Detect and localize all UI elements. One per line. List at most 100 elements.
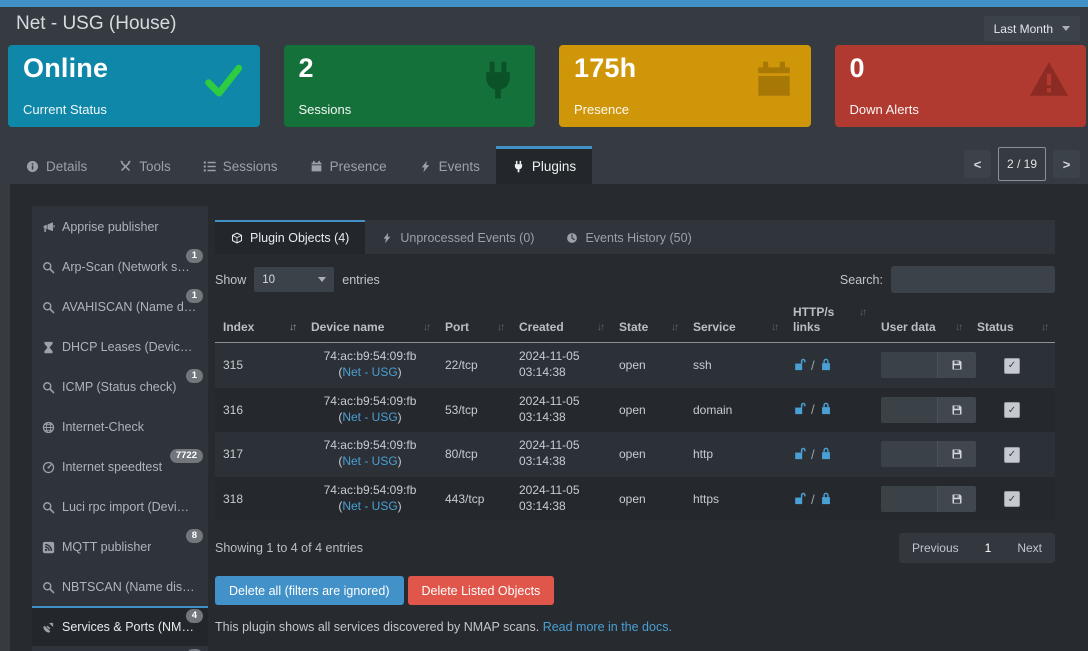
floppy-icon: [951, 359, 963, 371]
entries-label: entries: [342, 273, 380, 287]
delete-listed-button[interactable]: Delete Listed Objects: [408, 576, 555, 605]
sidebar-item[interactable]: ICMP (Status check)1: [32, 366, 208, 406]
docs-link[interactable]: Read more in the docs.: [543, 620, 672, 634]
column-header-label: State: [619, 320, 648, 334]
chevron-down-icon: [1062, 26, 1070, 31]
cell-state: open: [611, 432, 685, 477]
gauge-icon: [42, 461, 55, 474]
tab-details[interactable]: Details: [10, 146, 103, 184]
device-link-line: (Net - USG): [311, 452, 429, 471]
plugin-tab[interactable]: Plugin Objects (4): [215, 220, 365, 254]
link-separator: /: [811, 447, 815, 462]
sidebar-item[interactable]: NBTSCAN (Name disc…: [32, 566, 208, 606]
column-header[interactable]: ↓↑State: [611, 299, 685, 343]
page-title: Net - USG (House): [16, 13, 176, 35]
sidebar-item[interactable]: Arp-Scan (Network s…1: [32, 246, 208, 286]
page-indicator: 2 / 19: [998, 147, 1046, 181]
plugin-tab[interactable]: Events History (50): [550, 220, 707, 254]
tab-plugins[interactable]: Plugins: [496, 146, 592, 184]
column-header[interactable]: ↓↑Device name: [303, 299, 437, 343]
created-date: 2024-11-05: [519, 438, 603, 452]
delete-all-button[interactable]: Delete all (filters are ignored): [215, 576, 404, 605]
cell-device-name: 74:ac:b9:54:09:fb(Net - USG): [303, 477, 437, 522]
previous-page-button[interactable]: Previous: [899, 533, 972, 563]
status-checkbox[interactable]: ✓: [1004, 491, 1020, 507]
cell-index: 316: [215, 388, 303, 433]
save-user-data-button[interactable]: [938, 441, 976, 467]
plug-icon: [512, 160, 525, 173]
cell-state: open: [611, 388, 685, 433]
http-link[interactable]: [793, 357, 807, 374]
tab-events[interactable]: Events: [403, 146, 496, 184]
next-page-button[interactable]: >: [1053, 150, 1080, 178]
entries-select[interactable]: 10: [254, 267, 334, 292]
sidebar-item[interactable]: NSLOOKUP (Name di…1: [32, 646, 208, 651]
user-data-input[interactable]: [881, 397, 938, 423]
column-header[interactable]: ↓↑Status: [969, 299, 1055, 343]
tab-label: Details: [46, 159, 87, 174]
plugin-tab[interactable]: Unprocessed Events (0): [365, 220, 550, 254]
tab-sessions[interactable]: Sessions: [187, 146, 294, 184]
status-checkbox[interactable]: ✓: [1004, 402, 1020, 418]
http-link[interactable]: [793, 401, 807, 418]
device-link[interactable]: Net - USG: [342, 365, 397, 379]
http-link[interactable]: [793, 446, 807, 463]
sort-icon: ↓↑: [497, 320, 503, 335]
device-link[interactable]: Net - USG: [342, 410, 397, 424]
link-separator: /: [811, 492, 815, 507]
save-user-data-button[interactable]: [938, 397, 976, 423]
sidebar-item[interactable]: Internet speedtest7722: [32, 446, 208, 486]
save-user-data-button[interactable]: [938, 486, 976, 512]
cell-http-links: /: [785, 388, 873, 433]
page-1-button[interactable]: 1: [972, 533, 1005, 563]
entries-summary: Showing 1 to 4 of 4 entries: [215, 541, 363, 555]
save-user-data-button[interactable]: [938, 352, 976, 378]
sidebar-item[interactable]: Internet-Check: [32, 406, 208, 446]
sidebar-item[interactable]: Luci rpc import (Devi…: [32, 486, 208, 526]
floppy-icon: [951, 448, 963, 460]
lock-closed-icon: [819, 446, 833, 460]
sidebar-item[interactable]: Apprise publisher: [32, 206, 208, 246]
link-separator: /: [811, 402, 815, 417]
sidebar-item-label: MQTT publisher: [62, 540, 151, 554]
column-header[interactable]: ↓↑Port: [437, 299, 511, 343]
https-link[interactable]: [819, 446, 833, 463]
megaphone-icon: [42, 221, 55, 234]
https-link[interactable]: [819, 491, 833, 508]
column-header[interactable]: ↓↑User data: [873, 299, 969, 343]
https-link[interactable]: [819, 357, 833, 374]
cell-http-links: /: [785, 343, 873, 388]
device-mac: 74:ac:b9:54:09:fb: [311, 394, 429, 408]
period-select[interactable]: Last Month: [984, 16, 1080, 41]
cell-created: 2024-11-0503:14:38: [511, 432, 611, 477]
user-data-input[interactable]: [881, 486, 938, 512]
plugin-description: This plugin shows all services discovere…: [215, 620, 1055, 634]
column-header[interactable]: ↓↑Created: [511, 299, 611, 343]
count-badge: 4: [186, 609, 203, 623]
column-header[interactable]: ↓↑HTTP/s links: [785, 299, 873, 343]
sidebar-item[interactable]: MQTT publisher8: [32, 526, 208, 566]
column-header-label: Index: [223, 320, 254, 334]
sidebar-item[interactable]: DHCP Leases (Device …: [32, 326, 208, 366]
cell-status: ✓: [969, 343, 1055, 388]
search-input[interactable]: [891, 266, 1055, 293]
user-data-input[interactable]: [881, 352, 938, 378]
device-link-line: (Net - USG): [311, 408, 429, 427]
prev-page-button[interactable]: <: [964, 150, 991, 178]
tab-presence[interactable]: Presence: [294, 146, 403, 184]
device-link[interactable]: Net - USG: [342, 499, 397, 513]
status-checkbox[interactable]: ✓: [1004, 447, 1020, 463]
http-link[interactable]: [793, 491, 807, 508]
sidebar-item[interactable]: Services & Ports (NM…4: [32, 606, 208, 646]
tab-tools[interactable]: Tools: [103, 146, 187, 184]
lock-open-icon: [793, 491, 807, 505]
column-header[interactable]: ↓↑Service: [685, 299, 785, 343]
device-link[interactable]: Net - USG: [342, 454, 397, 468]
sidebar-item[interactable]: AVAHISCAN (Name di…1: [32, 286, 208, 326]
https-link[interactable]: [819, 401, 833, 418]
cell-user-data: [873, 343, 969, 388]
column-header[interactable]: ↓↑Index: [215, 299, 303, 343]
user-data-input[interactable]: [881, 441, 938, 467]
status-checkbox[interactable]: ✓: [1004, 358, 1020, 374]
next-page-button[interactable]: Next: [1004, 533, 1055, 563]
